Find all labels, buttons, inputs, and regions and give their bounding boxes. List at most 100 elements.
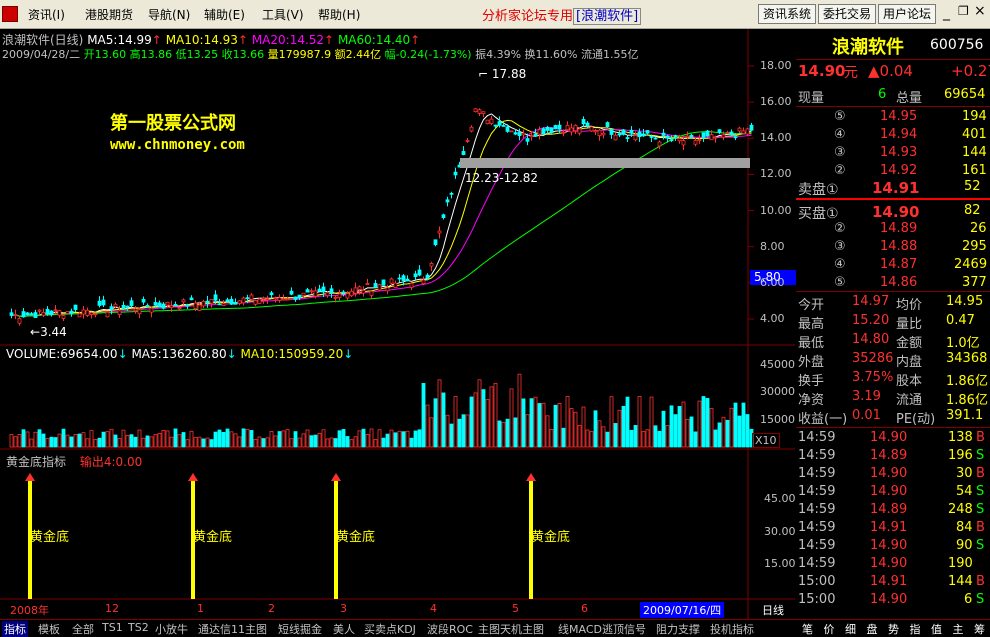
bottom-tab[interactable]: 线MACD	[558, 621, 602, 637]
bottom-tab[interactable]: 主图天机主图	[478, 621, 544, 637]
candle-body	[681, 140, 686, 146]
volume-bar	[417, 429, 422, 448]
volume-bar	[577, 425, 582, 448]
panel-tab[interactable]: 主	[953, 621, 964, 637]
volume-bar	[717, 422, 722, 448]
user-forum-button[interactable]: 用户论坛	[878, 4, 937, 24]
bottom-tab[interactable]: 指标	[2, 621, 28, 637]
candle-body	[409, 282, 414, 288]
price-tick-label: 4.00	[760, 312, 785, 325]
info-system-button[interactable]: 资讯系统	[758, 4, 817, 24]
restore-icon[interactable]: ❐	[958, 4, 969, 18]
tick-row: 15:00 14.91 144 B	[796, 574, 990, 592]
volume-bar	[381, 437, 386, 448]
bottom-tab[interactable]: 买卖点KDJ	[364, 621, 416, 637]
candle-body	[313, 290, 318, 297]
bottom-tab[interactable]: 短线掘金	[278, 621, 322, 637]
volume-bar	[129, 434, 134, 448]
panel-tab[interactable]: 势	[888, 621, 899, 637]
candle-body	[381, 279, 386, 286]
kline-chart-area[interactable]: 浪潮软件(日线) MA5:14.99↑ MA10:14.93↑ MA20:14.…	[0, 29, 799, 619]
candle-body	[349, 290, 354, 297]
bottom-tab[interactable]: 波段ROC	[427, 621, 473, 637]
panel-tab[interactable]: 笔	[802, 621, 813, 637]
tick-price: 14.91	[870, 574, 908, 589]
candle-body	[233, 301, 238, 305]
menu-news[interactable]: 资讯(I)	[28, 6, 65, 23]
ask1-vol: 52	[964, 179, 981, 194]
level-price: 14.88	[880, 239, 918, 254]
tick-row: 14:59 14.90 54 S	[796, 484, 990, 502]
panel-tab[interactable]: 细	[845, 621, 856, 637]
menu-navigation[interactable]: 导航(N)	[148, 6, 190, 23]
candle-body	[425, 274, 430, 279]
candle-body	[709, 134, 714, 141]
level-label: ⑤	[834, 109, 846, 124]
stock-code: 600756	[930, 37, 984, 53]
watermark-url: www.chnmoney.com	[110, 137, 245, 153]
candle-body	[57, 310, 62, 316]
candle-body	[181, 299, 186, 303]
candle-body	[77, 313, 82, 318]
volume-bar	[373, 439, 378, 448]
panel-tab[interactable]: 值	[931, 621, 942, 637]
tick-time: 14:59	[798, 520, 836, 535]
bottom-tab[interactable]: 全部	[72, 621, 94, 637]
bottom-tab[interactable]: 投机指标	[710, 621, 754, 637]
tick-row: 14:59 14.89 196 S	[796, 448, 990, 466]
close-icon[interactable]: ×	[974, 3, 986, 19]
candle-body	[641, 133, 646, 137]
panel-tab[interactable]: 筹	[974, 621, 985, 637]
stat-label: 内盘	[896, 355, 923, 370]
volume-bar	[725, 419, 730, 448]
trade-button[interactable]: 委托交易	[818, 4, 877, 24]
bottom-tab[interactable]: 通达信11主图	[198, 621, 267, 637]
bottom-tab[interactable]: 阻力支撑	[656, 621, 700, 637]
volume-bar	[353, 436, 358, 448]
price-change-alt: +0.27	[951, 62, 990, 80]
bottom-tab[interactable]: 小放牛	[155, 621, 188, 637]
bottom-tab[interactable]: TS2	[128, 621, 149, 634]
candle-body	[69, 310, 74, 315]
volume-bar	[681, 401, 686, 448]
level-price: 14.92	[880, 163, 918, 178]
candle-body	[449, 192, 454, 195]
volume-bar	[501, 421, 506, 448]
panel-tab[interactable]: 盘	[867, 621, 878, 637]
panel-tab[interactable]: 指	[910, 621, 921, 637]
candle-body	[317, 288, 322, 292]
minimize-icon[interactable]: _	[943, 5, 950, 21]
candle-body	[529, 135, 534, 138]
candle-body	[705, 130, 710, 137]
menu-help[interactable]: 帮助(H)	[318, 6, 360, 23]
tick-direction: S	[976, 448, 985, 463]
candle-body	[17, 317, 22, 324]
bottom-tab[interactable]: 美人	[333, 621, 355, 637]
stat-value: 34368	[946, 351, 988, 366]
level-vol: 194	[962, 109, 987, 124]
stat-value: 14.97	[852, 294, 890, 309]
menu-assist[interactable]: 辅助(E)	[204, 6, 245, 23]
volume-bar	[261, 438, 266, 448]
stat-label: 均价	[896, 298, 923, 313]
volume-bar	[273, 435, 278, 448]
candle-body	[141, 299, 146, 303]
tick-direction: B	[976, 520, 985, 535]
tick-time: 14:59	[798, 484, 836, 499]
menu-tools[interactable]: 工具(V)	[262, 6, 304, 23]
candle-body	[93, 313, 98, 316]
volume-bar	[493, 382, 498, 448]
menu-hk-futures[interactable]: 港股期货	[85, 6, 133, 23]
tick-row: 14:59 14.90 190	[796, 556, 990, 574]
bottom-tab[interactable]: TS1	[102, 621, 123, 634]
panel-tab[interactable]: 价	[824, 621, 835, 637]
divider	[796, 106, 990, 107]
volume-bar	[185, 439, 190, 448]
volume-bar	[645, 429, 650, 448]
volume-bar	[533, 396, 538, 448]
bottom-tab[interactable]: 模板	[38, 621, 60, 637]
candle-body	[89, 312, 94, 315]
bottom-tab[interactable]: 逃顶信号	[602, 621, 646, 637]
volume-bar	[705, 397, 710, 448]
candle-body	[465, 140, 470, 142]
